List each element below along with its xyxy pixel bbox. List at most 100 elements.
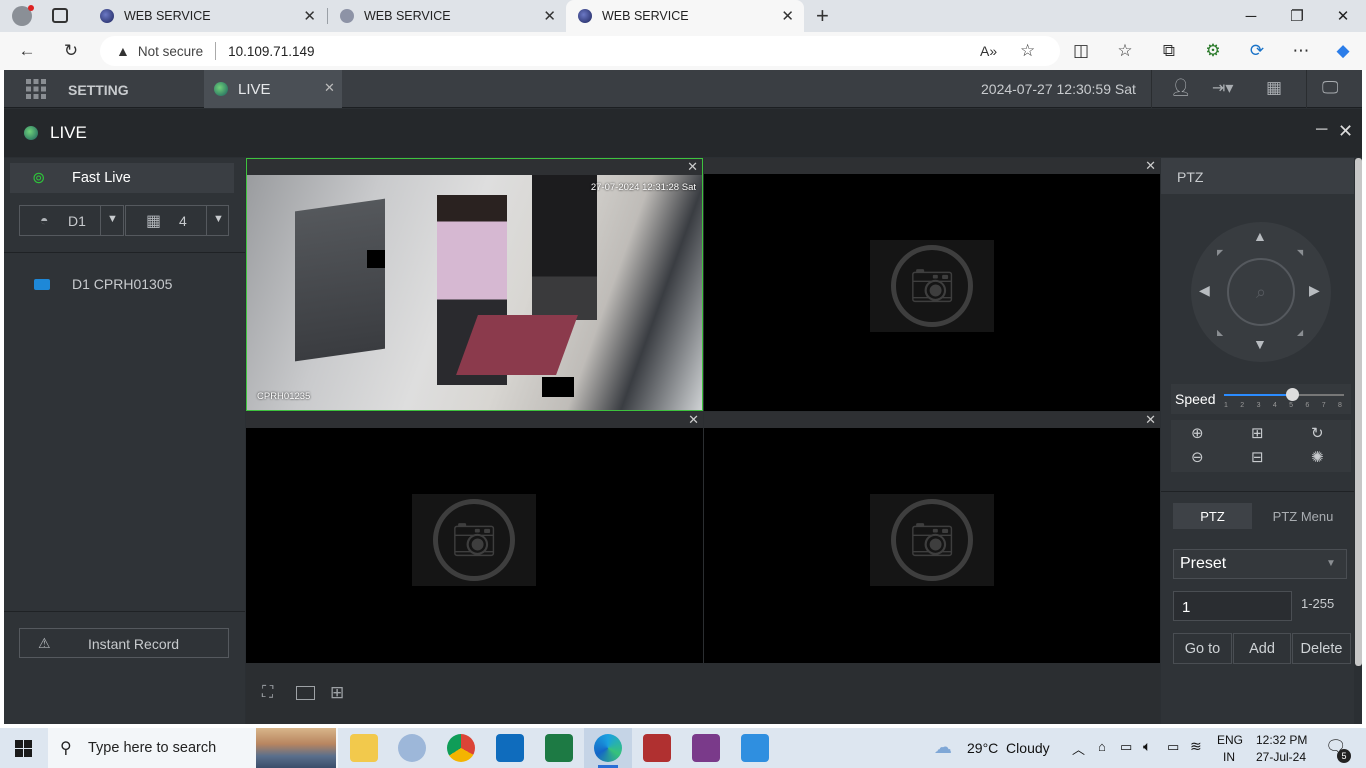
live-tab[interactable]: LIVE ✕ bbox=[204, 70, 342, 108]
start-icon[interactable] bbox=[15, 740, 32, 757]
minimize-panel-icon[interactable]: ─ bbox=[1316, 121, 1327, 139]
fast-live-button[interactable]: ⊚ Fast Live bbox=[10, 163, 234, 193]
paint-icon[interactable] bbox=[741, 734, 769, 762]
close-tab-icon[interactable]: ✕ bbox=[781, 7, 794, 25]
chevron-up-icon[interactable]: ︿ bbox=[1072, 739, 1085, 758]
collections-icon[interactable]: ⧉ bbox=[1152, 32, 1186, 70]
user-icon[interactable]: 👤︎ bbox=[1170, 78, 1192, 98]
device-select[interactable]: ◓ D1 ▼ bbox=[19, 205, 124, 236]
close-tab-icon[interactable]: ✕ bbox=[543, 7, 556, 25]
language-top[interactable]: ENG bbox=[1217, 733, 1243, 747]
clock-time[interactable]: 12:32 PM bbox=[1256, 733, 1307, 747]
arrow-up-right-icon[interactable]: ◥ bbox=[1297, 248, 1303, 257]
arrow-up-icon[interactable]: ▲ bbox=[1253, 228, 1267, 244]
arrow-left-icon[interactable]: ◀ bbox=[1199, 282, 1210, 299]
browser-tab-2[interactable]: WEB SERVICE ✕ bbox=[328, 0, 566, 32]
chevron-down-icon[interactable]: ▼ bbox=[213, 213, 224, 225]
focus-far-icon[interactable]: ⊟ bbox=[1251, 448, 1264, 466]
browser-tab-3[interactable]: WEB SERVICE ✕ bbox=[566, 0, 804, 32]
app-icon[interactable] bbox=[398, 734, 426, 762]
split-screen-icon[interactable]: ◫ bbox=[1064, 32, 1098, 70]
close-tab-icon[interactable]: ✕ bbox=[303, 7, 316, 25]
close-video-icon[interactable]: ✕ bbox=[1145, 412, 1156, 427]
winrar-icon[interactable] bbox=[692, 734, 720, 762]
video-cell-4[interactable]: ✕ 📷︎ bbox=[704, 412, 1160, 663]
delete-button[interactable]: Delete bbox=[1292, 633, 1351, 664]
weather-text[interactable]: 29°C Cloudy bbox=[967, 740, 1050, 756]
close-video-icon[interactable]: ✕ bbox=[1145, 158, 1156, 173]
preset-number-input[interactable]: 1 bbox=[1173, 591, 1292, 621]
battery-icon[interactable]: ▭ bbox=[1120, 739, 1132, 755]
security-label[interactable]: Not secure bbox=[138, 44, 203, 59]
speed-slider-knob[interactable] bbox=[1286, 388, 1300, 401]
ptz-direction-pad[interactable]: ⌕ ▲ ▼ ◀ ▶ ◤ ◥ ◣ ◢ bbox=[1191, 222, 1331, 362]
close-video-icon[interactable]: ✕ bbox=[687, 159, 698, 174]
back-icon[interactable]: ← bbox=[10, 32, 44, 70]
copilot-icon[interactable]: ◆ bbox=[1326, 32, 1360, 70]
add-button[interactable]: Add bbox=[1233, 633, 1291, 664]
taskbar-search-box[interactable]: ⚲ Type here to search bbox=[48, 728, 338, 768]
focus-near-icon[interactable]: ⊞ bbox=[1251, 424, 1264, 442]
favorites-icon[interactable]: ☆ bbox=[1108, 32, 1142, 70]
sync-icon[interactable]: ⟳ bbox=[1240, 32, 1274, 70]
fullscreen-icon[interactable]: ⛶ bbox=[262, 684, 273, 702]
minimize-icon[interactable]: ─ bbox=[1228, 0, 1274, 32]
outlook-icon[interactable] bbox=[496, 734, 524, 762]
qr-code-icon[interactable]: ▦ bbox=[1266, 78, 1282, 98]
chevron-down-icon[interactable]: ▼ bbox=[107, 213, 118, 225]
extensions-icon[interactable]: ⚙ bbox=[1196, 32, 1230, 70]
arrow-right-icon[interactable]: ▶ bbox=[1309, 282, 1320, 299]
device-list-item[interactable]: D1 CPRH01305 bbox=[24, 273, 234, 297]
setting-tab[interactable]: SETTING bbox=[4, 70, 204, 108]
new-tab-icon[interactable]: + bbox=[816, 3, 829, 29]
reload-icon[interactable]: ↻ bbox=[54, 32, 88, 70]
tab-ptz[interactable]: PTZ bbox=[1173, 503, 1252, 529]
app-icon[interactable] bbox=[643, 734, 671, 762]
single-view-icon[interactable] bbox=[296, 686, 315, 700]
zoom-in-icon[interactable]: ⊕ bbox=[1191, 424, 1204, 442]
read-aloud-icon[interactable]: A» bbox=[980, 43, 997, 59]
file-explorer-icon[interactable] bbox=[350, 734, 378, 762]
arrow-up-left-icon[interactable]: ◤ bbox=[1217, 248, 1223, 257]
arrow-down-right-icon[interactable]: ◢ bbox=[1297, 328, 1303, 337]
iris-open-icon[interactable]: ↻ bbox=[1311, 424, 1324, 442]
arrow-down-left-icon[interactable]: ◣ bbox=[1217, 328, 1223, 337]
tab-actions-icon[interactable] bbox=[52, 8, 68, 23]
close-video-icon[interactable]: ✕ bbox=[688, 412, 699, 427]
quad-view-icon[interactable]: ⊞ bbox=[330, 684, 344, 701]
speed-slider-track[interactable] bbox=[1224, 388, 1344, 401]
goto-button[interactable]: Go to bbox=[1173, 633, 1232, 664]
favorite-star-icon[interactable]: ☆ bbox=[1020, 41, 1035, 61]
arrow-down-icon[interactable]: ▼ bbox=[1253, 336, 1267, 352]
language-bottom[interactable]: IN bbox=[1223, 750, 1235, 764]
video-cell-3[interactable]: ✕ 📷︎ bbox=[246, 412, 703, 663]
close-live-tab-icon[interactable]: ✕ bbox=[324, 80, 335, 96]
ptz-center-button[interactable]: ⌕ bbox=[1227, 258, 1295, 326]
wifi-icon[interactable]: ≋ bbox=[1190, 738, 1202, 755]
vertical-scrollbar[interactable] bbox=[1355, 158, 1362, 666]
clock-date[interactable]: 27-Jul-24 bbox=[1256, 750, 1306, 764]
close-panel-icon[interactable]: ✕ bbox=[1338, 121, 1353, 142]
iris-close-icon[interactable]: ✺ bbox=[1311, 448, 1324, 466]
warning-icon[interactable]: ▲ bbox=[116, 43, 130, 59]
network-icon[interactable]: ▭ bbox=[1167, 739, 1179, 755]
url-text[interactable]: 10.109.71.149 bbox=[228, 44, 314, 59]
restore-icon[interactable]: ❐ bbox=[1274, 0, 1320, 32]
video-cell-2[interactable]: ✕ 📷︎ bbox=[704, 158, 1160, 411]
tray-icon[interactable]: ⌂ bbox=[1098, 739, 1106, 754]
split-select[interactable]: ▦ 4 ▼ bbox=[125, 205, 229, 236]
chrome-icon[interactable] bbox=[447, 734, 475, 762]
close-window-icon[interactable]: ✕ bbox=[1320, 0, 1366, 32]
browser-tab-1[interactable]: WEB SERVICE ✕ bbox=[88, 0, 326, 32]
tab-ptz-menu[interactable]: PTZ Menu bbox=[1261, 503, 1345, 529]
edge-icon[interactable] bbox=[594, 734, 622, 762]
address-bar[interactable]: ▲ Not secure 10.109.71.149 A» ☆ bbox=[100, 36, 1060, 66]
more-icon[interactable]: ⋯ bbox=[1284, 32, 1318, 70]
logout-icon[interactable]: ⇥▾ bbox=[1212, 78, 1233, 98]
display-icon[interactable]: 🖵 bbox=[1322, 78, 1338, 98]
volume-icon[interactable]: 🔈︎ bbox=[1143, 738, 1151, 755]
zoom-out-icon[interactable]: ⊖ bbox=[1191, 448, 1204, 466]
video-cell-1[interactable]: ✕ 27-07-2024 12:31:28 Sat CPRH01235 bbox=[246, 158, 703, 411]
excel-icon[interactable] bbox=[545, 734, 573, 762]
instant-record-button[interactable]: ⚠ Instant Record bbox=[19, 628, 229, 658]
